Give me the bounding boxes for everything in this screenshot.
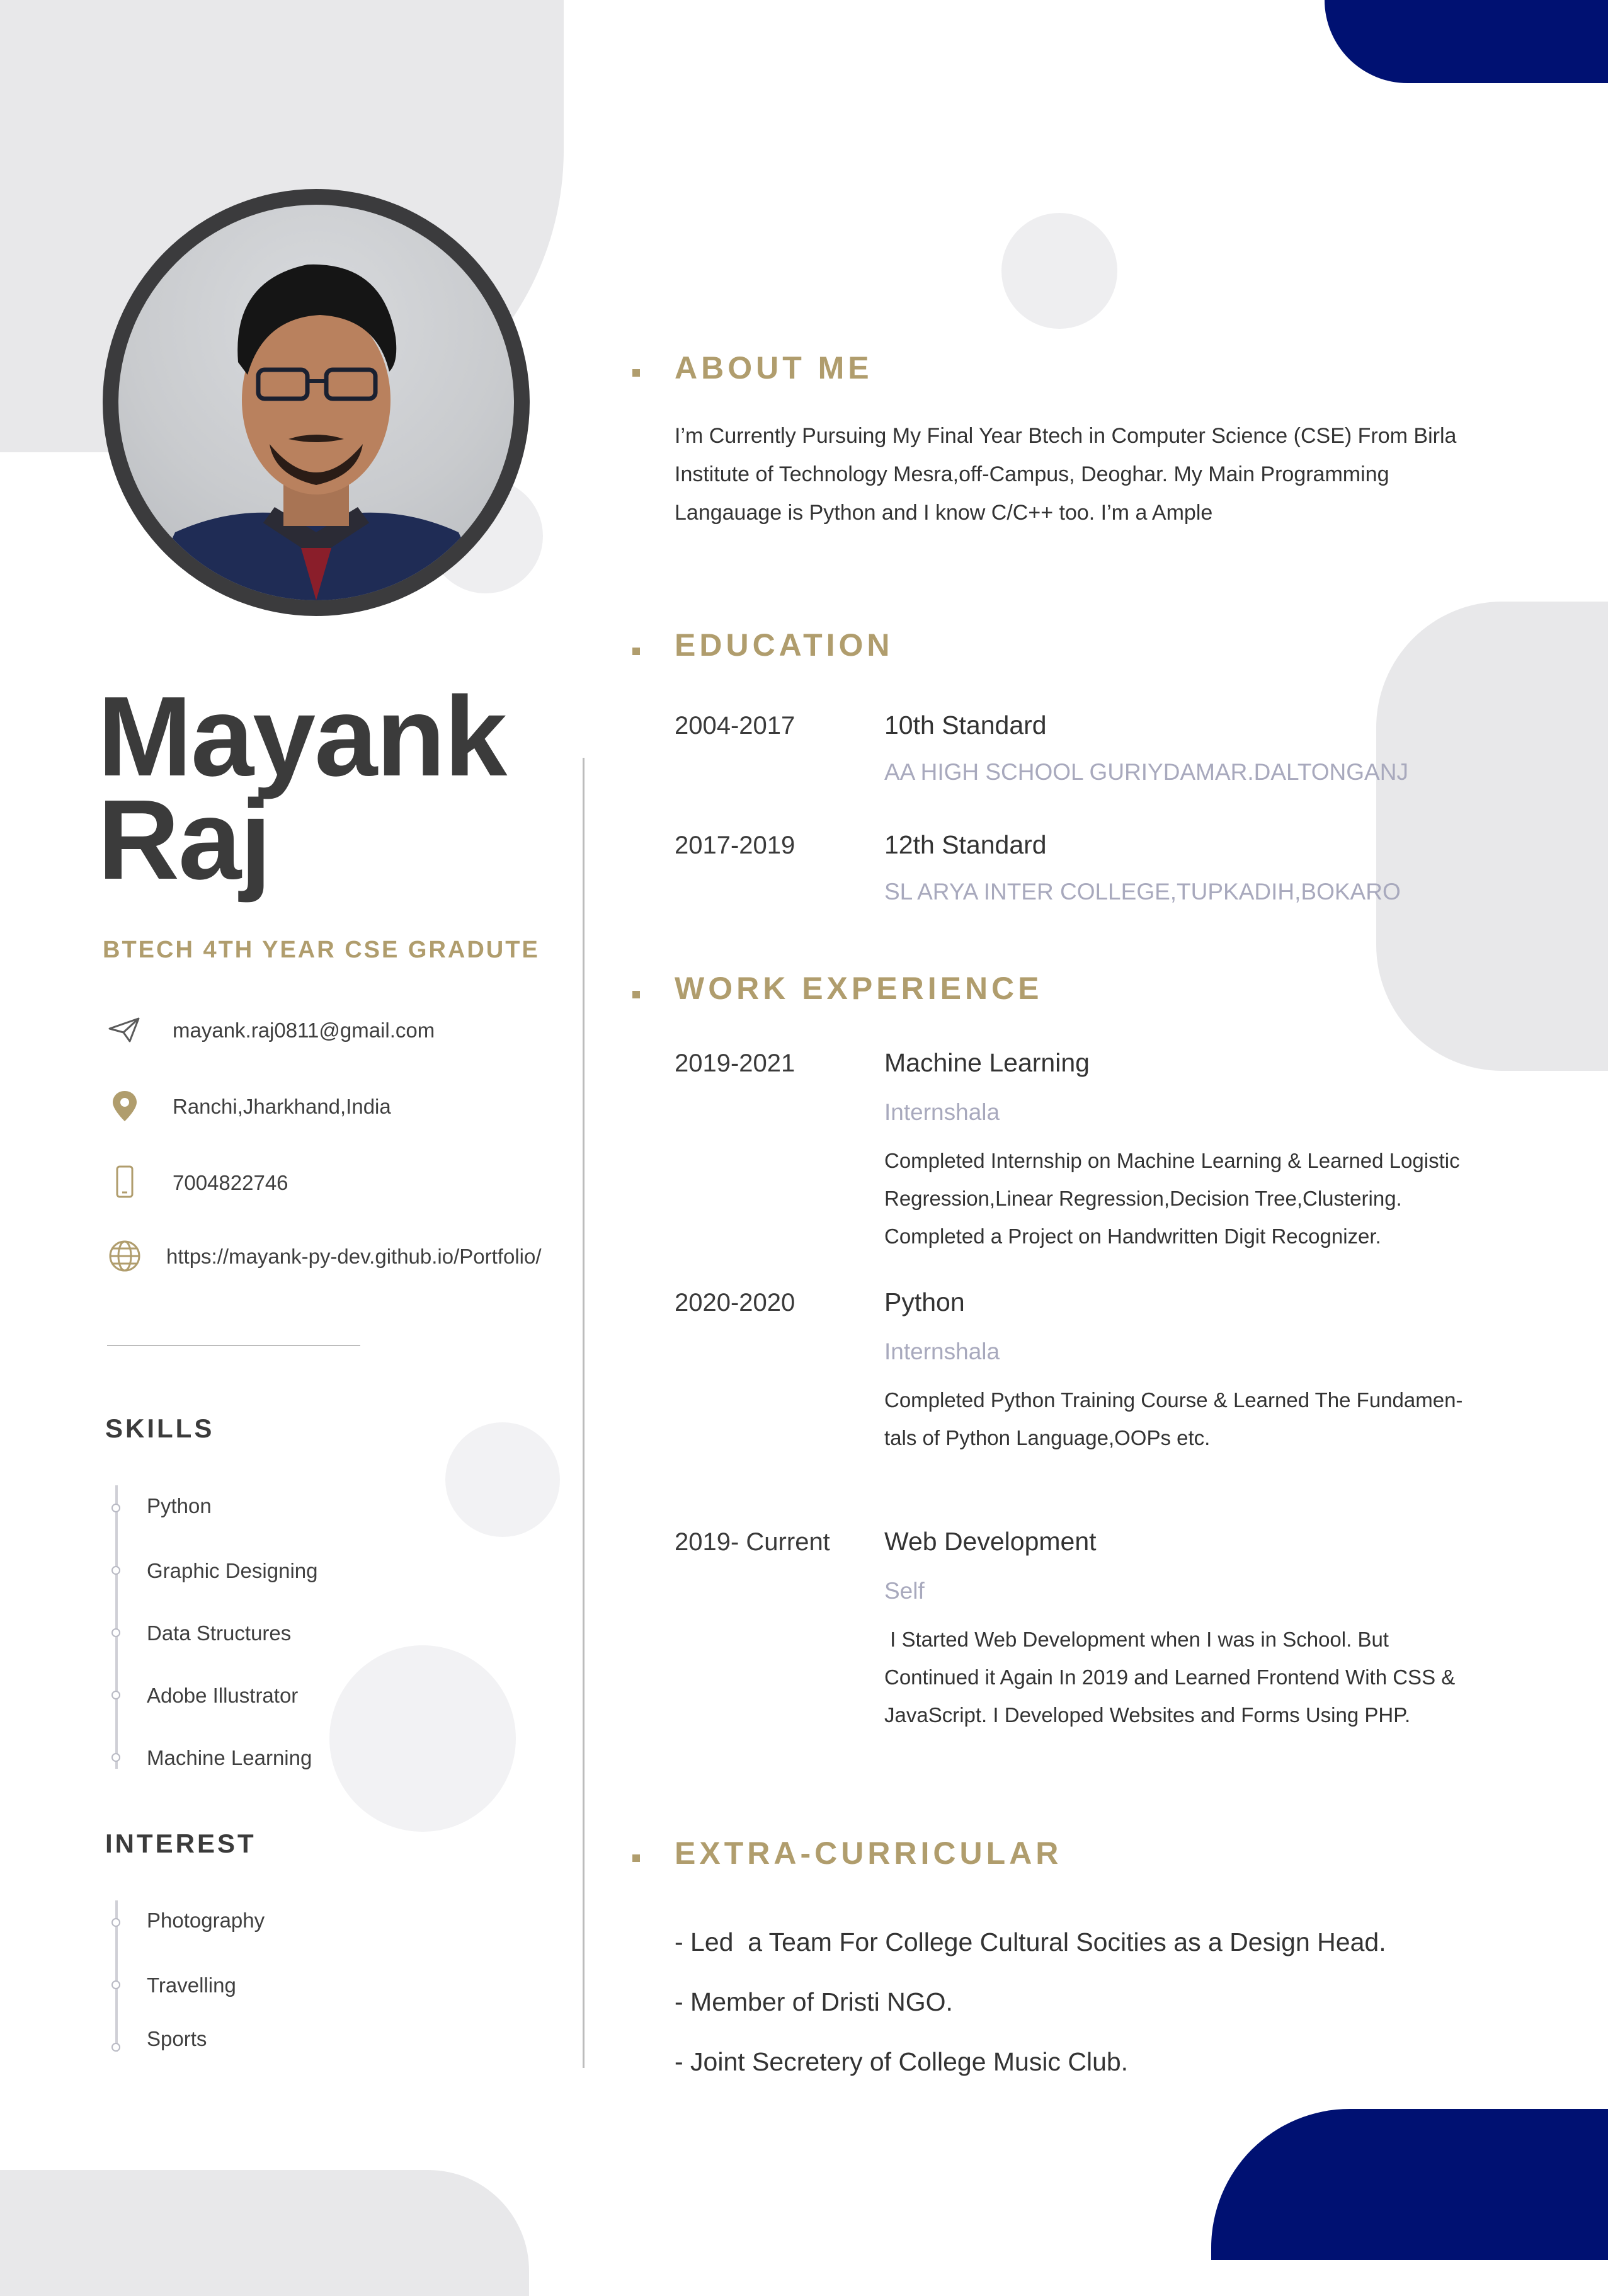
section-bullet — [632, 1854, 640, 1862]
education-school: SL ARYA INTER COLLEGE,TUPKADIH,BOKARO — [884, 879, 1401, 905]
skill-bullet — [111, 1753, 120, 1762]
about-line: Langauage is Python and I know C/C++ too… — [675, 501, 1213, 525]
column-divider — [583, 758, 584, 2068]
location-pin-icon — [113, 1091, 137, 1121]
profile-photo — [103, 189, 530, 616]
work-line: I Started Web Development when I was in … — [884, 1628, 1389, 1651]
skill-bullet — [111, 1504, 120, 1512]
decor-shape-right — [1376, 602, 1608, 1071]
education-title: 12th Standard — [884, 830, 1047, 859]
skill-item: Adobe Illustrator — [147, 1684, 299, 1707]
work-heading: WORK EXPERIENCE — [675, 971, 1043, 1006]
skill-bullet — [111, 1628, 120, 1637]
section-bullet — [632, 991, 640, 998]
work-title: Python — [884, 1288, 965, 1316]
work-line: Completed Python Training Course & Learn… — [884, 1388, 1463, 1412]
name-last: Raj — [98, 777, 271, 903]
extra-heading: EXTRA-CURRICULAR — [675, 1836, 1063, 1871]
about-heading: ABOUT ME — [675, 350, 873, 386]
decor-circle — [329, 1645, 516, 1832]
interest-bullet — [111, 2043, 120, 2052]
portrait-illustration — [144, 264, 490, 600]
work-org: Internshala — [884, 1339, 1000, 1364]
interest-item: Travelling — [147, 1973, 236, 1997]
work-years: 2020-2020 — [675, 1289, 795, 1316]
contact-website: https://mayank-py-dev.github.io/Portfoli… — [107, 1238, 586, 1276]
interest-bullet — [111, 1918, 120, 1927]
work-years: 2019-2021 — [675, 1049, 795, 1077]
website-link[interactable]: https://mayank-py-dev.github.io/Portfoli… — [166, 1245, 542, 1269]
send-icon — [108, 1017, 140, 1042]
about-text: I’m Currently Pursuing My Final Year Bte… — [675, 417, 1512, 532]
skill-item: Machine Learning — [147, 1746, 312, 1769]
education-years: 2004-2017 — [675, 712, 795, 740]
work-title: Web Development — [884, 1527, 1097, 1556]
email-text[interactable]: mayank.raj0811@gmail.com — [173, 1019, 435, 1042]
skill-bullet — [111, 1566, 120, 1575]
section-bullet — [632, 648, 640, 655]
extra-item: - Member of Dristi NGO. — [675, 1987, 953, 2016]
work-description: Completed Python Training Course & Learn… — [884, 1381, 1520, 1457]
work-description: I Started Web Development when I was in … — [884, 1621, 1520, 1734]
extra-item: - Joint Secretery of College Music Club. — [675, 2047, 1129, 2076]
interest-item: Photography — [147, 1909, 265, 1932]
skills-timeline — [115, 1485, 118, 1769]
divider — [107, 1345, 360, 1346]
work-org: Self — [884, 1578, 925, 1604]
skill-item: Graphic Designing — [147, 1559, 318, 1582]
interest-heading: INTEREST — [105, 1829, 256, 1858]
extra-item: - Led a Team For College Cultural Sociti… — [675, 1928, 1386, 1956]
work-line: Completed Internship on Machine Learning… — [884, 1149, 1460, 1172]
phone-icon — [116, 1165, 134, 1198]
contact-email: mayank.raj0811@gmail.com — [107, 1012, 586, 1050]
education-heading: EDUCATION — [675, 627, 894, 663]
contact-location: Ranchi,Jharkhand,India — [107, 1088, 586, 1126]
candidate-name: Mayank Raj — [98, 680, 507, 897]
interest-item: Sports — [147, 2027, 207, 2050]
decor-blue-top — [1325, 0, 1608, 83]
work-description: Completed Internship on Machine Learning… — [884, 1142, 1520, 1255]
work-title: Machine Learning — [884, 1048, 1090, 1077]
location-text: Ranchi,Jharkhand,India — [173, 1095, 391, 1118]
avatar — [118, 205, 514, 600]
skill-bullet — [111, 1691, 120, 1699]
interest-bullet — [111, 1980, 120, 1989]
decor-circle — [445, 1422, 560, 1537]
skills-heading: SKILLS — [105, 1414, 215, 1443]
work-line: Completed a Project on Handwritten Digit… — [884, 1225, 1381, 1248]
education-title: 10th Standard — [884, 711, 1047, 740]
skill-item: Python — [147, 1494, 212, 1517]
work-line: Regression,Linear Regression,Decision Tr… — [884, 1187, 1402, 1210]
decor-shape-bottom-left — [0, 2170, 529, 2296]
section-bullet — [632, 369, 640, 377]
education-years: 2017-2019 — [675, 831, 795, 859]
contact-phone: 7004822746 — [107, 1165, 586, 1202]
skill-item: Data Structures — [147, 1621, 292, 1645]
phone-text[interactable]: 7004822746 — [173, 1171, 288, 1195]
decor-blue-bottom — [1211, 2109, 1608, 2260]
work-line: tals of Python Language,OOPs etc. — [884, 1426, 1211, 1449]
education-school: AA HIGH SCHOOL GURIYDAMAR.DALTONGANJ — [884, 759, 1408, 785]
work-line: Continued it Again In 2019 and Learned F… — [884, 1665, 1456, 1689]
candidate-subtitle: BTECH 4TH YEAR CSE GRADUTE — [103, 937, 540, 963]
work-org: Internshala — [884, 1099, 1000, 1125]
globe-icon — [109, 1240, 140, 1272]
about-line: I’m Currently Pursuing My Final Year Bte… — [675, 424, 1457, 448]
work-years: 2019- Current — [675, 1528, 830, 1556]
about-line: Institute of Technology Mesra,off-Campus… — [675, 462, 1389, 486]
work-line: JavaScript. I Developed Websites and For… — [884, 1703, 1411, 1727]
decor-circle — [1001, 213, 1117, 329]
